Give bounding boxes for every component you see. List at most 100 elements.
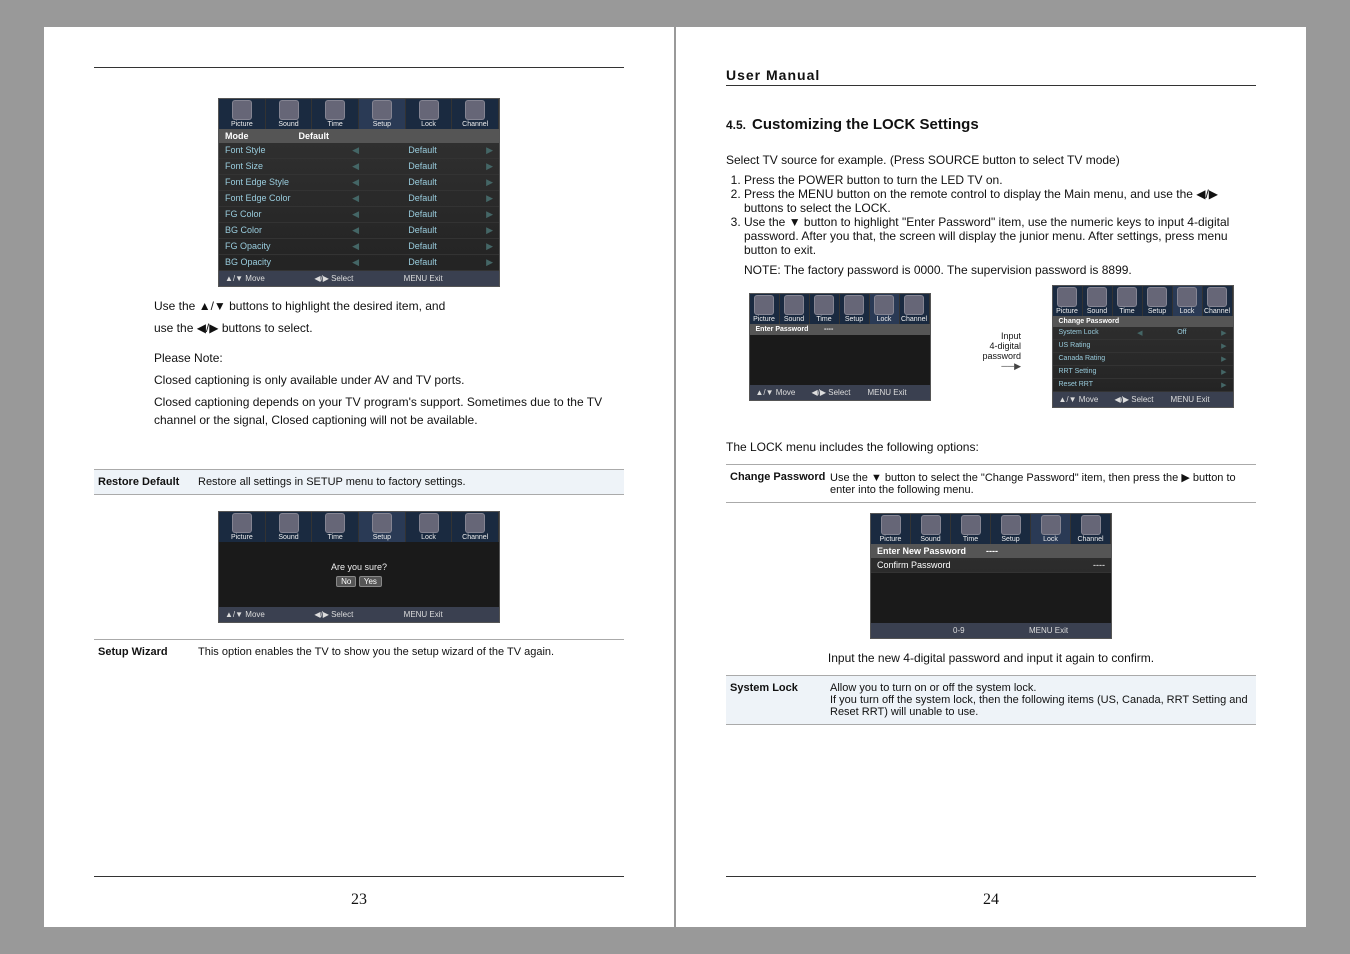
osd-row: Font Size◀Default▶ [219,159,499,175]
tab-label: Channel [1204,308,1230,315]
confirm-body: Are you sure? No Yes [219,542,499,607]
section-title: Customizing the LOCK Settings [752,116,979,133]
sound-icon [279,100,299,120]
tab-label: Lock [1043,536,1058,543]
intro-text: Select TV source for example. (Press SOU… [726,151,1256,169]
option-desc: This option enables the TV to show you t… [198,646,620,658]
row-value: Default [359,225,486,236]
lock-icon [419,513,439,533]
osd-body [871,573,1111,623]
confirm-text: Input the new 4-digital password and inp… [726,649,1256,667]
row-label: Font Style [225,145,352,156]
step-note: NOTE: The factory password is 0000. The … [744,263,1256,277]
hint-exit: MENU Exit [404,610,493,619]
osd-footer: ▲/▼ Move◀/▶ SelectMENU Exit [1053,392,1233,407]
time-icon [1117,287,1137,307]
channel-icon [1081,515,1101,535]
arrow-right-icon: ▶ [1221,355,1226,363]
picture-icon [232,513,252,533]
setup-icon [1147,287,1167,307]
tab-channel: Channel [452,99,499,129]
option-key: Setup Wizard [98,646,198,658]
osd-row: Enter New Password ---- [871,544,1111,558]
tab-time: Time [312,512,359,542]
tab-channel: Channel [1071,514,1111,544]
tab-label: Picture [1056,308,1078,315]
time-icon [325,100,345,120]
osd-row: US Rating▶ [1053,340,1233,353]
tab-label: Channel [462,534,488,541]
arrow-right-icon: ▶ [486,209,493,220]
picture-icon [232,100,252,120]
hint-move: ▲/▼ Move [1059,395,1115,404]
tab-setup: Setup [359,99,406,129]
row-value: ---- [1093,560,1105,570]
tab-channel: Channel [900,294,930,324]
osd-header: Change Password [1053,316,1233,327]
setup-icon [1001,515,1021,535]
osd-body [750,335,930,385]
osd-cc-options: Picture Sound Time Setup Lock Channel Mo… [218,98,500,287]
arrow-left-icon: ◀ [352,177,359,188]
osd-lock-menu: Picture Sound Time Setup Lock Channel Ch… [1052,285,1234,408]
tab-picture: Picture [871,514,911,544]
tab-sound: Sound [1083,286,1113,316]
osd-tabs: Picture Sound Time Setup Lock Channel [871,514,1111,544]
arrow-right-icon: ▶ [486,225,493,236]
row-label: FG Color [225,209,352,220]
arrow-left-icon: ◀ [352,145,359,156]
tab-lock: Lock [1173,286,1203,316]
steps-list: Press the POWER button to turn the LED T… [726,173,1256,277]
note-line: Closed captioning depends on your TV pro… [154,393,624,429]
time-icon [814,295,834,315]
tab-channel: Channel [1203,286,1233,316]
lock-icon [419,100,439,120]
row-value: Off [1143,329,1222,337]
arrow-left-icon: ◀ [352,193,359,204]
channel-icon [904,295,924,315]
sound-icon [279,513,299,533]
instruction-line: use the ◀/▶ buttons to select. [154,319,624,337]
tab-label: Picture [753,316,775,323]
lock-icon [1041,515,1061,535]
tab-picture: Picture [750,294,780,324]
row-label: Font Edge Style [225,177,352,188]
tab-label: Time [816,316,831,323]
osd-confirm: Picture Sound Time Setup Lock Channel Ar… [218,511,500,623]
row-label: Enter Password [756,326,809,333]
osd-row: BG Opacity◀Default▶ [219,255,499,271]
tab-label: Lock [1180,308,1195,315]
tab-time: Time [951,514,991,544]
osd-row: Enter Password ---- [750,324,930,335]
arrow-right-icon: ──▶ [961,361,1021,372]
hint-move: ▲/▼ Move [225,610,314,619]
yes-button[interactable]: Yes [359,576,382,587]
tab-label: Sound [920,536,940,543]
osd-row: Font Style◀Default▶ [219,143,499,159]
osd-row: System Lock◀Off▶ [1053,327,1233,340]
page-title: User Manual [726,67,1256,83]
option-table: Restore Default Restore all settings in … [94,469,624,495]
tab-lock: Lock [406,512,453,542]
osd-row: Confirm Password---- [871,558,1111,573]
note-line: Closed captioning is only available unde… [154,371,624,389]
tab-picture: Picture [219,512,266,542]
row-value: Default [359,209,486,220]
page-left: Picture Sound Time Setup Lock Channel Mo… [44,27,674,927]
osd-row: FG Color◀Default▶ [219,207,499,223]
no-button[interactable]: No [336,576,356,587]
option-desc: Use the ▼ button to select the "Change P… [830,471,1252,496]
section-heading: 4.5. Customizing the LOCK Settings [726,116,1256,133]
bottom-rule [726,876,1256,877]
tab-label: Sound [1087,308,1107,315]
tab-lock: Lock [1031,514,1071,544]
tab-label: Time [328,121,343,128]
page-number: 23 [44,891,674,909]
option-desc: Allow you to turn on or off the system l… [830,682,1252,718]
option-key: Restore Default [98,476,198,488]
tab-label: Time [328,534,343,541]
annotation: Input 4-digital password ──▶ [961,331,1021,372]
channel-icon [465,513,485,533]
sound-icon [784,295,804,315]
option-desc: Restore all settings in SETUP menu to fa… [198,476,620,488]
